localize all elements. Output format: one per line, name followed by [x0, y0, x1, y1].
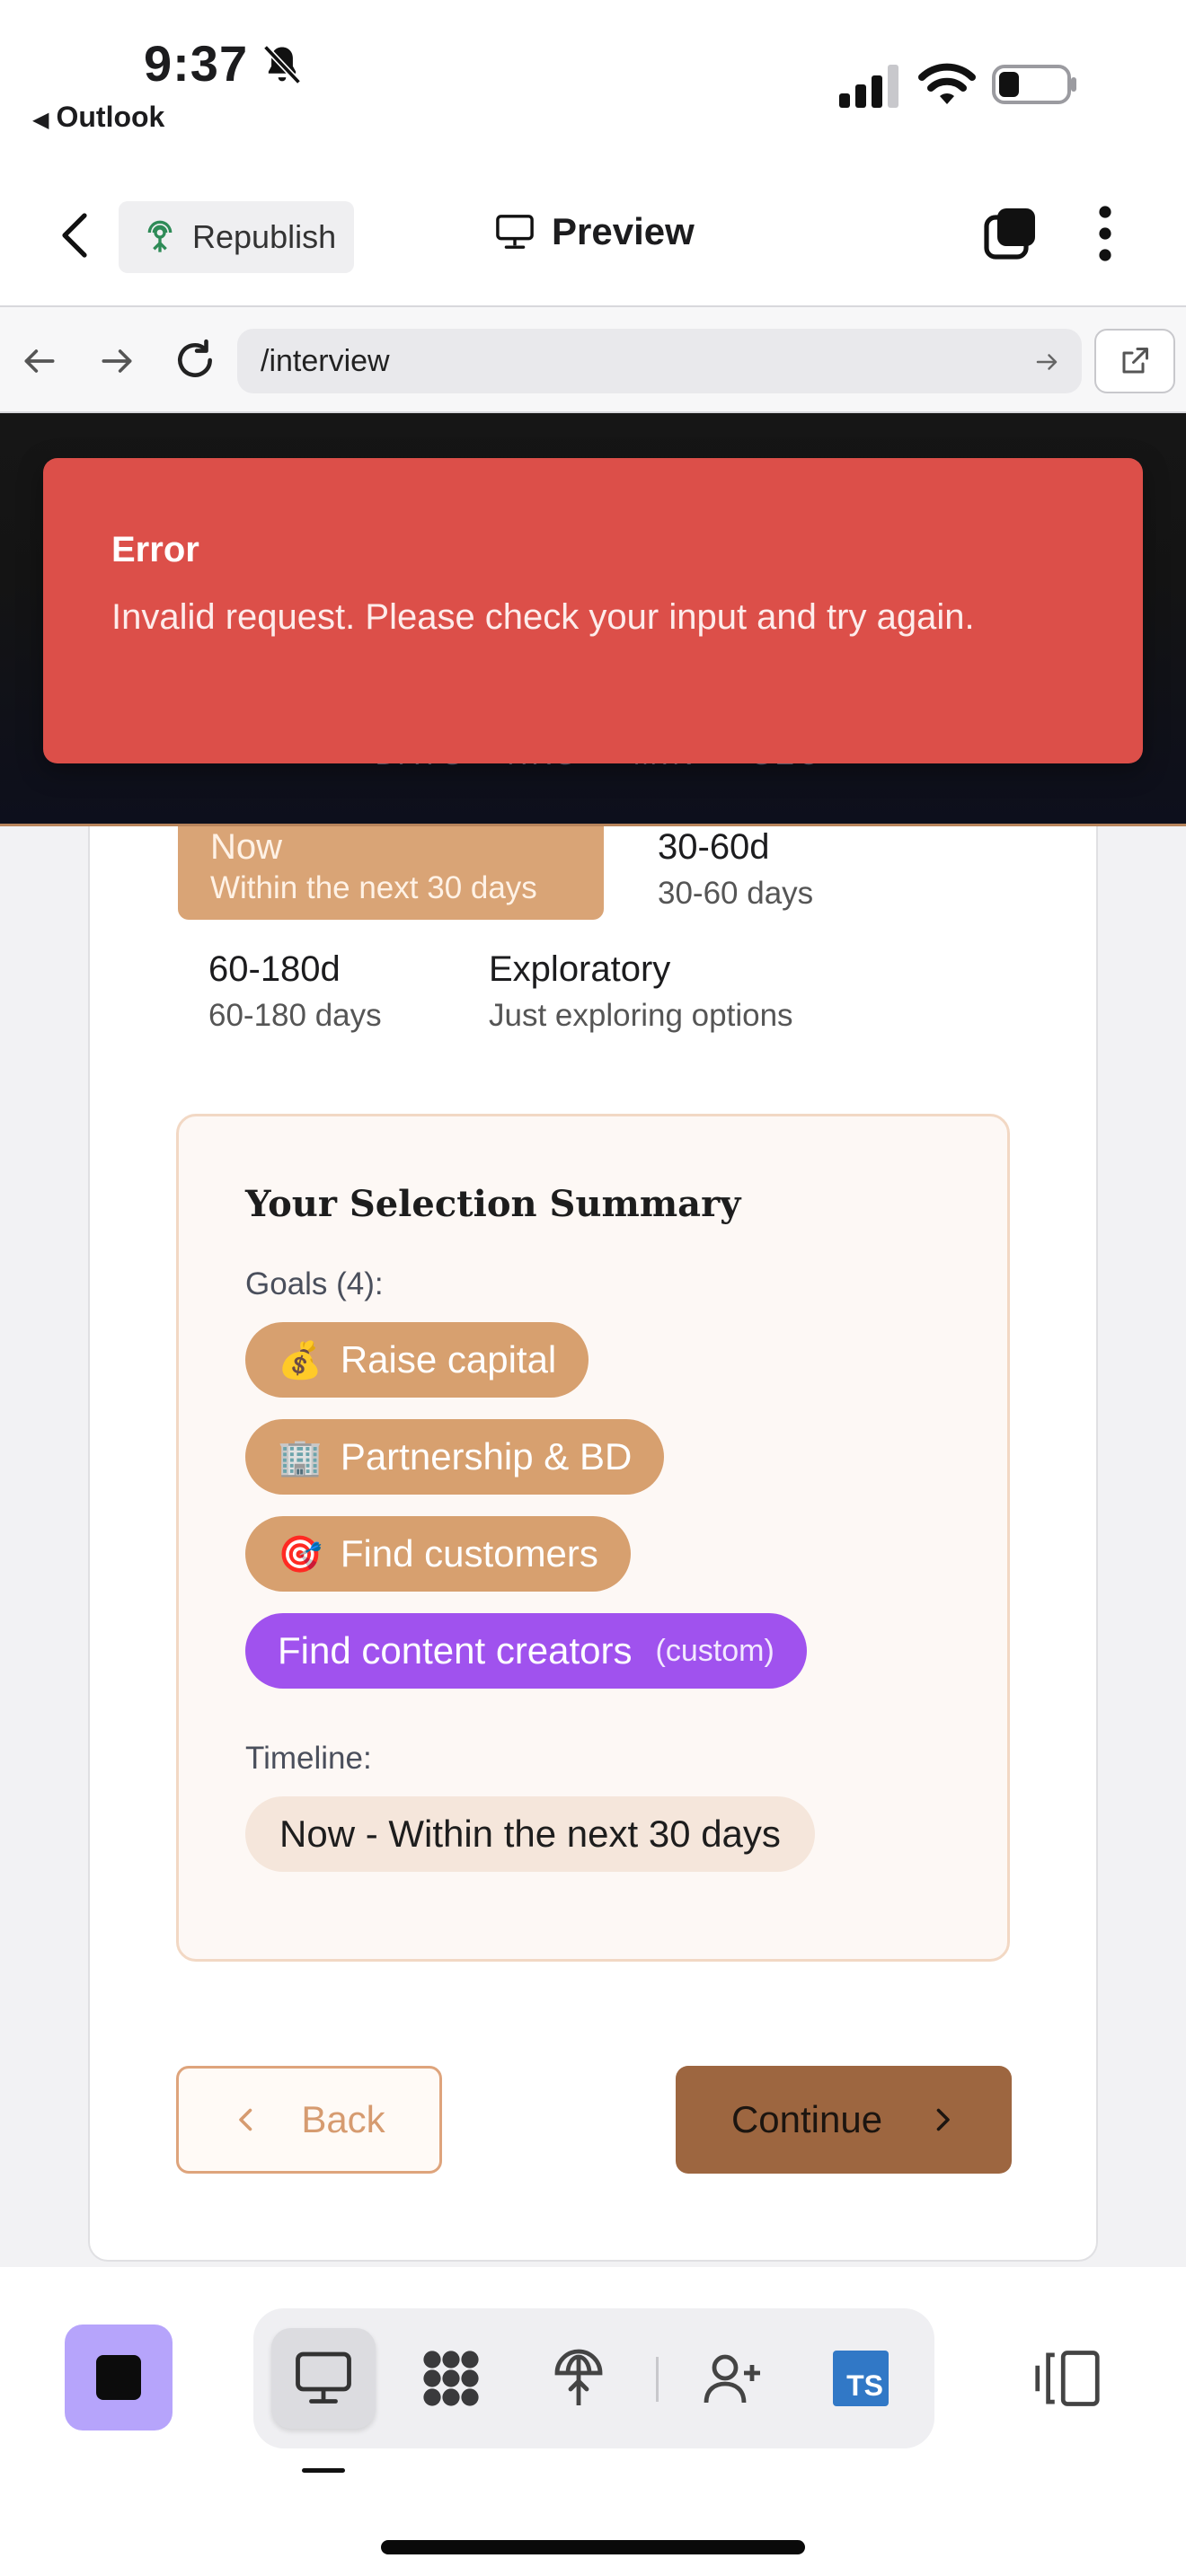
toast-title: Error	[111, 530, 199, 569]
toolbar-divider	[656, 2357, 659, 2402]
goal-chip-label: Partnership & BD	[340, 1435, 633, 1478]
preview-title-text: Preview	[552, 210, 695, 252]
summary-title: Your Selection Summary	[245, 1183, 741, 1225]
chevron-left-icon	[239, 2108, 252, 2131]
goal-chip-custom: Find content creators (custom)	[245, 1613, 807, 1689]
preview-title: Preview	[494, 210, 695, 253]
back-label: Back	[301, 2098, 385, 2140]
timeline-chip: Now - Within the next 30 days	[245, 1796, 815, 1872]
desktop-preview-tool[interactable]	[271, 2328, 376, 2429]
timeline-option-desc: 30-60 days	[658, 876, 814, 911]
arrow-left-icon[interactable]	[20, 341, 59, 381]
broadcast-tree-icon	[147, 220, 173, 252]
battery-icon	[992, 65, 1076, 104]
monitor-icon	[296, 2351, 351, 2404]
chevron-left-icon[interactable]	[54, 212, 97, 259]
timeline-label: Timeline:	[245, 1741, 372, 1776]
tool-group: TS	[253, 2308, 934, 2448]
back-button[interactable]: Back	[176, 2066, 442, 2174]
app-header: Republish Preview	[0, 162, 1186, 305]
goal-chip-find-customers: 🎯 Find customers	[245, 1516, 631, 1592]
selection-summary: Your Selection Summary Goals (4): 💰 Rais…	[176, 1114, 1010, 1962]
back-app-label: Outlook	[56, 101, 165, 133]
cellular-signal-icon	[839, 65, 898, 108]
goal-chip-label: Find content creators	[278, 1629, 633, 1672]
side-panel-icon[interactable]	[1033, 2346, 1102, 2411]
components-tool[interactable]	[399, 2328, 503, 2429]
bell-slash-icon	[263, 45, 301, 84]
add-user-icon	[704, 2354, 760, 2404]
republish-button[interactable]: Republish	[119, 201, 354, 273]
more-vertical-icon[interactable]	[1089, 205, 1121, 262]
invite-user-tool[interactable]	[681, 2328, 785, 2429]
timeline-option-name: Now	[210, 827, 283, 867]
url-input[interactable]: /interview	[237, 329, 1082, 393]
open-external-button[interactable]	[1094, 329, 1175, 393]
timeline-option-name: Exploratory	[489, 949, 671, 989]
goal-chip-label: Raise capital	[340, 1338, 557, 1381]
timeline-option-name: 60-180d	[208, 949, 341, 989]
timeline-option-desc: Just exploring options	[489, 998, 793, 1033]
continue-button[interactable]: Continue	[676, 2066, 1012, 2174]
custom-tag: (custom)	[655, 1633, 774, 1668]
active-tab-indicator	[302, 2468, 345, 2473]
timeline-option-30-60d[interactable]: 30-60d 30-60 days	[658, 826, 1017, 914]
stop-button[interactable]	[65, 2325, 173, 2430]
timeline-option-now[interactable]: Now Within the next 30 days	[178, 826, 604, 920]
bottom-toolbar: TS	[0, 2267, 1186, 2576]
timeline-option-desc: Within the next 30 days	[210, 870, 537, 905]
browser-bar: /interview	[0, 305, 1186, 413]
home-indicator	[381, 2540, 805, 2554]
toast-message: Invalid request. Please check your input…	[111, 597, 975, 637]
chevron-right-icon	[936, 2108, 950, 2131]
arrow-right-icon[interactable]	[97, 341, 137, 381]
tabs-icon[interactable]	[983, 207, 1037, 260]
typescript-icon: TS	[833, 2351, 889, 2406]
status-bar: 9:37 ◀ Outlook	[0, 0, 1186, 162]
publish-tool[interactable]	[527, 2328, 631, 2429]
target-icon: 🎯	[278, 1534, 323, 1575]
timeline-option-exploratory[interactable]: Exploratory Just exploring options	[489, 948, 974, 1037]
grid-blobs-icon	[423, 2351, 479, 2406]
url-text: /interview	[261, 343, 390, 378]
timeline-option-name: 30-60d	[658, 827, 770, 867]
status-time: 9:37	[144, 35, 249, 92]
goal-chip-raise-capital: 💰 Raise capital	[245, 1322, 589, 1398]
broadcast-tree-icon	[554, 2349, 603, 2405]
monitor-icon	[496, 215, 534, 249]
goal-chips: 💰 Raise capital 🏢 Partnership & BD 🎯 Fin…	[245, 1322, 1007, 1689]
goal-chip-partnership: 🏢 Partnership & BD	[245, 1419, 665, 1495]
typescript-tool[interactable]: TS	[809, 2328, 913, 2429]
error-toast[interactable]: Error Invalid request. Please check your…	[43, 458, 1143, 763]
interview-card: Now Within the next 30 days 30-60d 30-60…	[88, 826, 1098, 2262]
go-arrow-icon[interactable]	[1033, 348, 1060, 375]
external-link-icon	[1122, 348, 1148, 374]
money-bag-icon: 💰	[278, 1340, 323, 1381]
office-building-icon: 🏢	[278, 1437, 323, 1478]
back-to-app-link[interactable]: ◀ Outlook	[32, 101, 164, 134]
reload-icon[interactable]	[173, 338, 217, 383]
goal-chip-label: Find customers	[340, 1532, 598, 1575]
continue-label: Continue	[730, 2098, 883, 2140]
timeline-option-60-180d[interactable]: 60-180d 60-180 days	[208, 948, 460, 1037]
timeline-option-desc: 60-180 days	[208, 998, 382, 1033]
republish-label: Republish	[192, 218, 337, 255]
stop-icon	[96, 2355, 141, 2400]
wifi-icon	[918, 63, 976, 104]
goals-label: Goals (4):	[245, 1266, 384, 1301]
